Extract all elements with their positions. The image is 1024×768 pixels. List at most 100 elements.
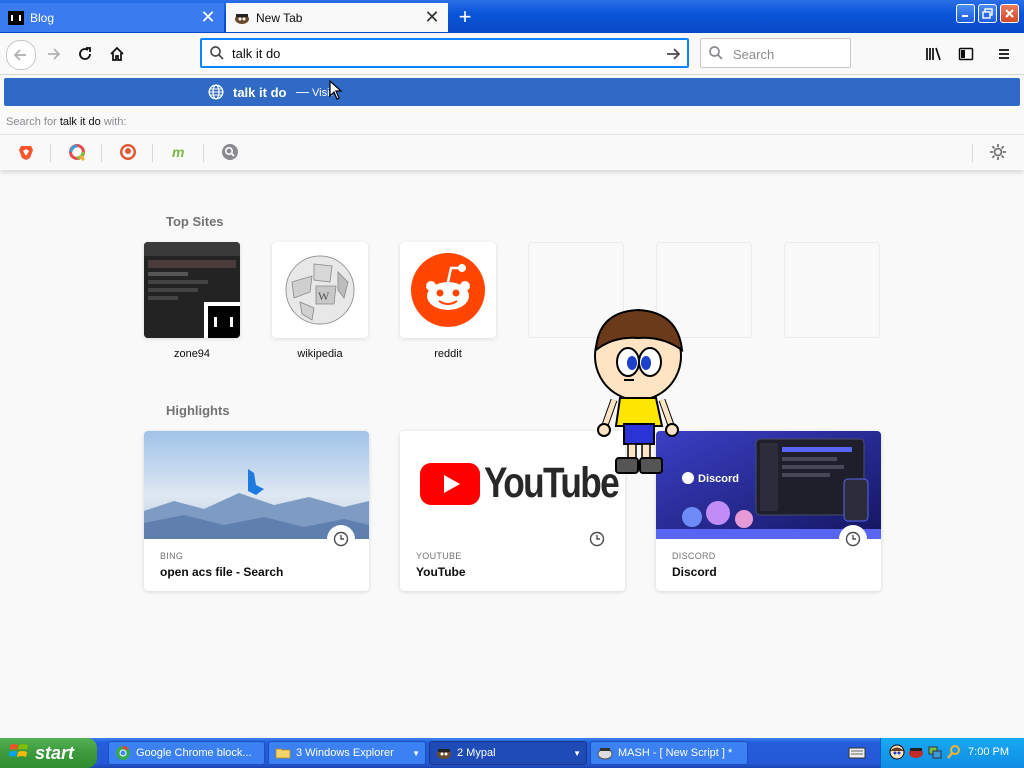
svg-text:W: W (318, 289, 330, 303)
search-icon (209, 45, 225, 64)
tab-new-tab[interactable]: New Tab ✕ (226, 3, 448, 32)
close-tab-icon[interactable]: ✕ (422, 7, 442, 28)
close-tab-icon[interactable]: ✕ (198, 7, 218, 28)
group-arrow-icon: ▼ (573, 749, 581, 758)
globe-icon (208, 84, 224, 103)
hamburger-menu-icon (999, 49, 1009, 59)
start-button[interactable]: start (0, 738, 97, 768)
top-site-tile-zone94[interactable] (144, 242, 240, 338)
task-label: MASH - [ New Script ] * (618, 747, 733, 759)
windows-logo-icon (9, 742, 29, 765)
mypal-icon (436, 745, 452, 761)
clock-icon (839, 525, 867, 553)
menu-button[interactable] (990, 40, 1018, 68)
clock-icon (327, 525, 355, 553)
highlight-context: DISCORD (672, 551, 716, 561)
forward-arrow-icon (48, 48, 61, 60)
taskbar-item-mash[interactable]: MASH - [ New Script ] * (590, 741, 748, 765)
top-site-tile-reddit[interactable] (400, 242, 496, 338)
top-sites-heading: Top Sites (166, 214, 224, 229)
back-button[interactable] (6, 40, 36, 70)
go-arrow-icon[interactable] (662, 43, 684, 65)
task-label: Google Chrome block... (136, 747, 252, 759)
search-icon (708, 45, 724, 64)
top-site-empty-slot[interactable] (784, 242, 880, 338)
top-site-label: wikipedia (297, 348, 343, 360)
qwant-icon[interactable] (66, 141, 88, 163)
keyboard-icon[interactable] (848, 745, 866, 764)
start-label: start (35, 742, 75, 763)
tray-mypal-icon[interactable] (908, 744, 924, 763)
suggestion-text: talk it do (233, 85, 287, 100)
top-site-tile-wikipedia[interactable]: W (272, 242, 368, 338)
highlight-title: YouTube (416, 565, 466, 579)
tray-network-icon[interactable] (927, 744, 943, 763)
back-arrow-icon (13, 49, 26, 61)
svg-text:m: m (172, 144, 184, 160)
tab-blog[interactable]: Blog ✕ (0, 3, 224, 32)
reddit-icon (411, 253, 485, 327)
forward-button[interactable] (39, 40, 67, 68)
system-tray: 7:00 PM (880, 738, 1024, 768)
task-label: 3 Windows Explorer (296, 747, 394, 759)
search-bar[interactable] (700, 38, 851, 68)
duckduckgo-icon[interactable] (117, 141, 139, 163)
address-bar[interactable]: talk it do (200, 38, 689, 68)
tab-strip: Blog ✕ New Tab ✕ + (0, 0, 1024, 33)
taskbar-item-windows-explorer[interactable]: 3 Windows Explorer ▼ (268, 741, 426, 765)
brave-icon[interactable] (15, 141, 37, 163)
restore-button[interactable] (978, 4, 997, 23)
top-site-label: reddit (434, 348, 462, 360)
tray-character-icon[interactable] (889, 744, 905, 763)
top-site-label: zone94 (173, 348, 211, 360)
mypal-favicon-icon (234, 10, 250, 26)
search-input[interactable] (731, 43, 847, 65)
search-settings-gear-icon[interactable] (987, 141, 1009, 163)
navigation-toolbar: talk it do (0, 33, 1024, 75)
cartoon-character-overlay[interactable] (592, 306, 688, 476)
taskbar-item-mypal[interactable]: 2 Mypal ▼ (429, 741, 587, 765)
suggestion-row-visit[interactable]: talk it do — Visit (4, 78, 1020, 106)
terminal-favicon-icon (8, 10, 24, 26)
sidebar-button[interactable] (952, 40, 980, 68)
folder-icon (275, 745, 291, 761)
bing-thumbnail (144, 431, 369, 539)
minimize-button[interactable] (956, 4, 975, 23)
reload-icon (79, 47, 91, 60)
address-text[interactable]: talk it do (232, 46, 280, 61)
highlight-card-bing[interactable]: BING open acs file - Search (144, 431, 369, 591)
highlight-title: open acs file - Search (160, 565, 284, 579)
library-button[interactable] (920, 40, 948, 68)
mouse-cursor-icon (329, 80, 343, 100)
highlight-title: Discord (672, 565, 717, 579)
highlight-context: BING (160, 551, 184, 561)
highlights-heading: Highlights (166, 403, 230, 418)
searx-icon[interactable] (219, 141, 241, 163)
library-icon (926, 47, 941, 61)
wikipedia-globe-icon: W (285, 255, 355, 325)
mojeek-icon[interactable]: m (168, 141, 190, 163)
discord-thumbnail: Discord (656, 431, 881, 539)
zone94-thumbnail (144, 242, 240, 338)
close-window-button[interactable] (1000, 4, 1019, 23)
windows-taskbar: start Google Chrome block... 3 Windows E… (0, 738, 1024, 768)
clock-time[interactable]: 7:00 PM (968, 746, 1009, 758)
mash-icon (597, 745, 613, 761)
tab-title: New Tab (256, 10, 303, 25)
highlight-context: YOUTUBE (416, 551, 462, 561)
suggestion-separator: — (296, 84, 309, 99)
reload-button[interactable] (71, 40, 99, 68)
group-arrow-icon: ▼ (412, 749, 420, 758)
home-button[interactable] (103, 40, 131, 68)
taskbar-item-chrome[interactable]: Google Chrome block... (108, 741, 265, 765)
tray-search-icon[interactable] (946, 744, 962, 763)
clock-icon (583, 525, 611, 553)
highlight-card-discord[interactable]: Discord DISCORD Discord (656, 431, 881, 591)
sidebar-icon (958, 47, 974, 61)
new-tab-button[interactable]: + (452, 4, 478, 29)
one-off-search-label: Search for talk it do with: (6, 116, 127, 128)
chrome-icon (115, 745, 131, 761)
home-icon (110, 46, 124, 61)
url-suggestions-dropdown: talk it do — Visit Search for talk it do… (0, 75, 1024, 170)
task-label: 2 Mypal (457, 747, 496, 759)
